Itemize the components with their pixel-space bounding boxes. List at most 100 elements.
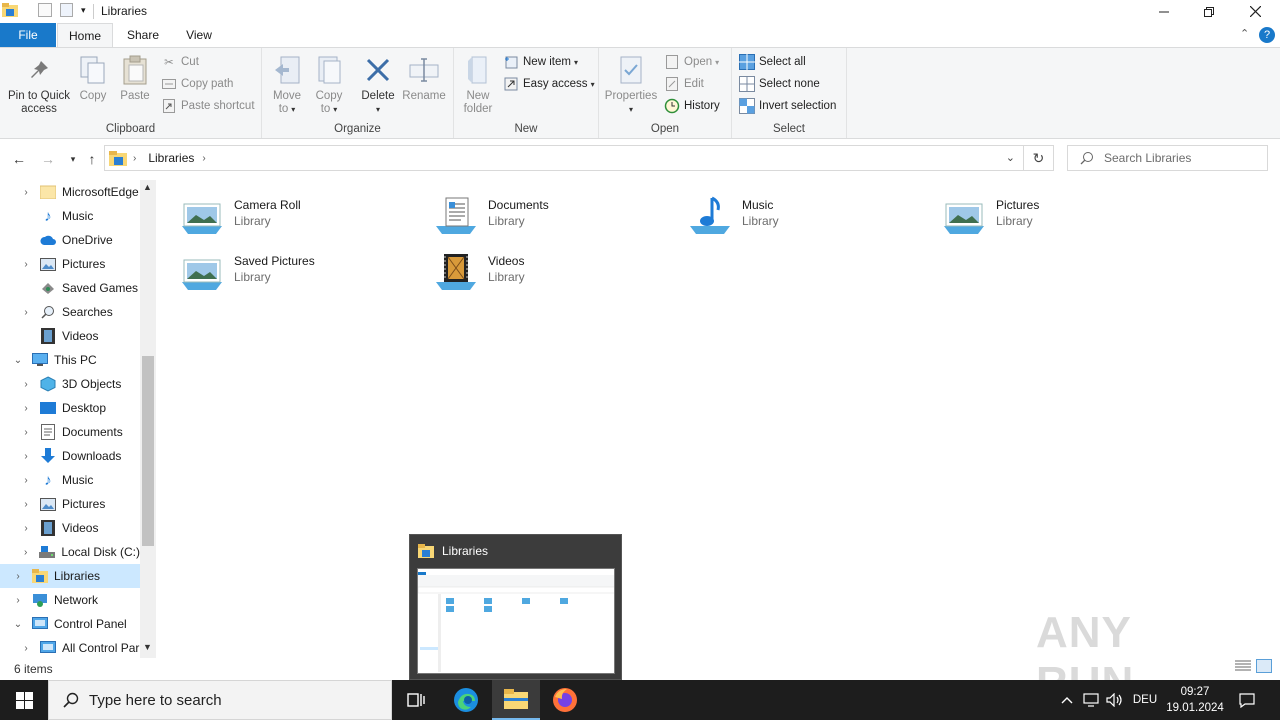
tab-home[interactable]: Home [57, 23, 113, 48]
nav-item-3d-objects[interactable]: › 3D Objects [0, 372, 140, 396]
edge-browser-icon[interactable] [442, 680, 490, 720]
task-view-icon[interactable] [392, 680, 440, 720]
expand-chevron-icon[interactable]: › [20, 451, 32, 462]
select-none-button[interactable]: Select none [739, 74, 820, 94]
details-view-icon[interactable] [1235, 660, 1251, 672]
paste-button[interactable]: Paste [117, 54, 153, 103]
copy-to-button[interactable]: Copy to ▾ [310, 54, 348, 116]
nav-item-microsoftedge[interactable]: › MicrosoftEdge [0, 180, 140, 204]
nav-item-this-pc[interactable]: ⌄ This PC [0, 348, 140, 372]
scroll-up-icon[interactable]: ▲ [143, 182, 152, 192]
nav-scrollbar[interactable]: ▲ ▼ [140, 180, 156, 658]
nav-item-onedrive[interactable]: OneDrive [0, 228, 140, 252]
cut-button[interactable]: ✂ Cut [161, 52, 199, 72]
customize-toolbar-icon[interactable]: ▾ [81, 5, 86, 16]
refresh-icon[interactable]: ↻ [1024, 145, 1054, 171]
network-tray-icon[interactable] [1080, 680, 1102, 720]
nav-item-downloads[interactable]: › Downloads [0, 444, 140, 468]
delete-dropdown-icon[interactable]: ▾ [358, 103, 398, 116]
expand-chevron-icon[interactable]: › [20, 547, 31, 558]
expand-chevron-icon[interactable]: › [20, 475, 32, 486]
nav-item-pictures[interactable]: › Pictures [0, 252, 140, 276]
language-indicator[interactable]: DEU [1128, 680, 1162, 720]
nav-item-searches[interactable]: › Searches [0, 300, 140, 324]
expand-chevron-icon[interactable]: › [20, 403, 32, 414]
expand-chevron-icon[interactable]: › [12, 571, 24, 582]
expand-chevron-icon[interactable]: › [20, 379, 32, 390]
tab-view[interactable]: View [176, 23, 222, 47]
nav-item-documents[interactable]: › Documents [0, 420, 140, 444]
library-tile-documents[interactable]: Documents Library [434, 192, 674, 236]
scroll-down-icon[interactable]: ▼ [143, 642, 152, 652]
expand-chevron-icon[interactable]: › [20, 427, 32, 438]
properties-dropdown-icon[interactable]: ▾ [603, 103, 659, 116]
nav-item-control-panel[interactable]: ⌄ Control Panel [0, 612, 140, 636]
notifications-icon[interactable] [1234, 680, 1260, 720]
large-icons-view-icon[interactable] [1256, 659, 1272, 673]
taskbar-search-box[interactable]: Type here to search [48, 680, 392, 720]
breadcrumb-chevron-icon[interactable]: › [202, 153, 205, 164]
start-windows-icon[interactable] [0, 680, 48, 720]
rename-button[interactable]: Rename [401, 54, 447, 103]
nav-item-music-pc[interactable]: › ♪ Music [0, 468, 140, 492]
nav-item-saved-games[interactable]: Saved Games [0, 276, 140, 300]
copy-button[interactable]: Copy [76, 54, 110, 103]
properties-button[interactable]: Properties ▾ [603, 54, 659, 116]
tab-share[interactable]: Share [118, 23, 168, 47]
volume-icon[interactable] [1104, 680, 1126, 720]
library-tile-pictures[interactable]: Pictures Library [942, 192, 1182, 236]
nav-item-pictures-pc[interactable]: › Pictures [0, 492, 140, 516]
nav-item-videos-pc[interactable]: › Videos [0, 516, 140, 540]
breadcrumb-libraries[interactable]: Libraries [148, 151, 194, 165]
expand-chevron-icon[interactable]: › [20, 643, 32, 654]
firefox-icon[interactable] [541, 680, 589, 720]
file-explorer-taskbar-icon[interactable] [492, 680, 540, 720]
new-folder-quick-icon[interactable] [60, 3, 73, 17]
nav-item-videos[interactable]: Videos [0, 324, 140, 348]
easy-access-button[interactable]: Easy access ▾ [503, 74, 595, 94]
library-tile-saved-pictures[interactable]: Saved Pictures Library [180, 248, 420, 292]
move-to-button[interactable]: Move to ▾ [268, 54, 306, 116]
library-tile-camera-roll[interactable]: Camera Roll Library [180, 192, 420, 236]
nav-item-all-control-panel[interactable]: › All Control Par [0, 636, 140, 658]
show-hidden-icons-chevron-icon[interactable] [1058, 680, 1076, 720]
clock[interactable]: 09:27 19.01.2024 [1164, 680, 1226, 720]
nav-item-local-disk[interactable]: › Local Disk (C:) [0, 540, 140, 564]
restore-button[interactable] [1186, 0, 1232, 23]
back-arrow-icon[interactable]: ← [8, 148, 30, 170]
new-folder-button[interactable]: New folder [460, 54, 496, 116]
properties-quick-icon[interactable] [38, 3, 52, 17]
expand-chevron-icon[interactable]: › [20, 523, 32, 534]
nav-item-network[interactable]: › Network [0, 588, 140, 612]
paste-shortcut-button[interactable]: Paste shortcut [161, 96, 255, 116]
history-button[interactable]: History [664, 96, 720, 116]
nav-item-music[interactable]: ♪ Music [0, 204, 140, 228]
taskbar-thumbnail-popup[interactable]: Libraries [409, 534, 622, 680]
forward-arrow-icon[interactable]: → [37, 148, 59, 170]
copy-path-button[interactable]: Copy path [161, 74, 233, 94]
nav-item-libraries[interactable]: › Libraries [0, 564, 140, 588]
select-all-button[interactable]: Select all [739, 52, 806, 72]
address-bar[interactable]: › Libraries › ⌄ [104, 145, 1024, 171]
address-separator-icon[interactable]: › [133, 153, 136, 164]
expand-chevron-icon[interactable]: › [12, 595, 24, 606]
minimize-button[interactable] [1141, 0, 1187, 23]
tab-file[interactable]: File [0, 23, 56, 47]
search-box[interactable]: Search Libraries [1067, 145, 1268, 171]
help-icon[interactable]: ? [1259, 27, 1275, 43]
pin-to-quick-access-button[interactable]: Pin to Quick access [4, 54, 74, 116]
library-tile-music[interactable]: Music Library [688, 192, 928, 236]
new-item-button[interactable]: New item ▾ [503, 52, 578, 72]
expand-chevron-icon[interactable]: › [20, 187, 32, 198]
edit-button[interactable]: Edit [664, 74, 704, 94]
nav-item-desktop[interactable]: › Desktop [0, 396, 140, 420]
collapse-ribbon-icon[interactable]: ⌃ [1240, 27, 1249, 40]
delete-button[interactable]: Delete ▾ [358, 54, 398, 116]
expand-chevron-icon[interactable]: › [20, 499, 32, 510]
expand-chevron-icon[interactable]: › [20, 259, 32, 270]
collapse-chevron-icon[interactable]: ⌄ [12, 355, 24, 366]
window-preview-thumbnail[interactable] [417, 568, 615, 674]
expand-chevron-icon[interactable]: › [20, 307, 32, 318]
address-dropdown-icon[interactable]: ⌄ [1006, 151, 1015, 164]
close-button[interactable] [1232, 0, 1278, 23]
